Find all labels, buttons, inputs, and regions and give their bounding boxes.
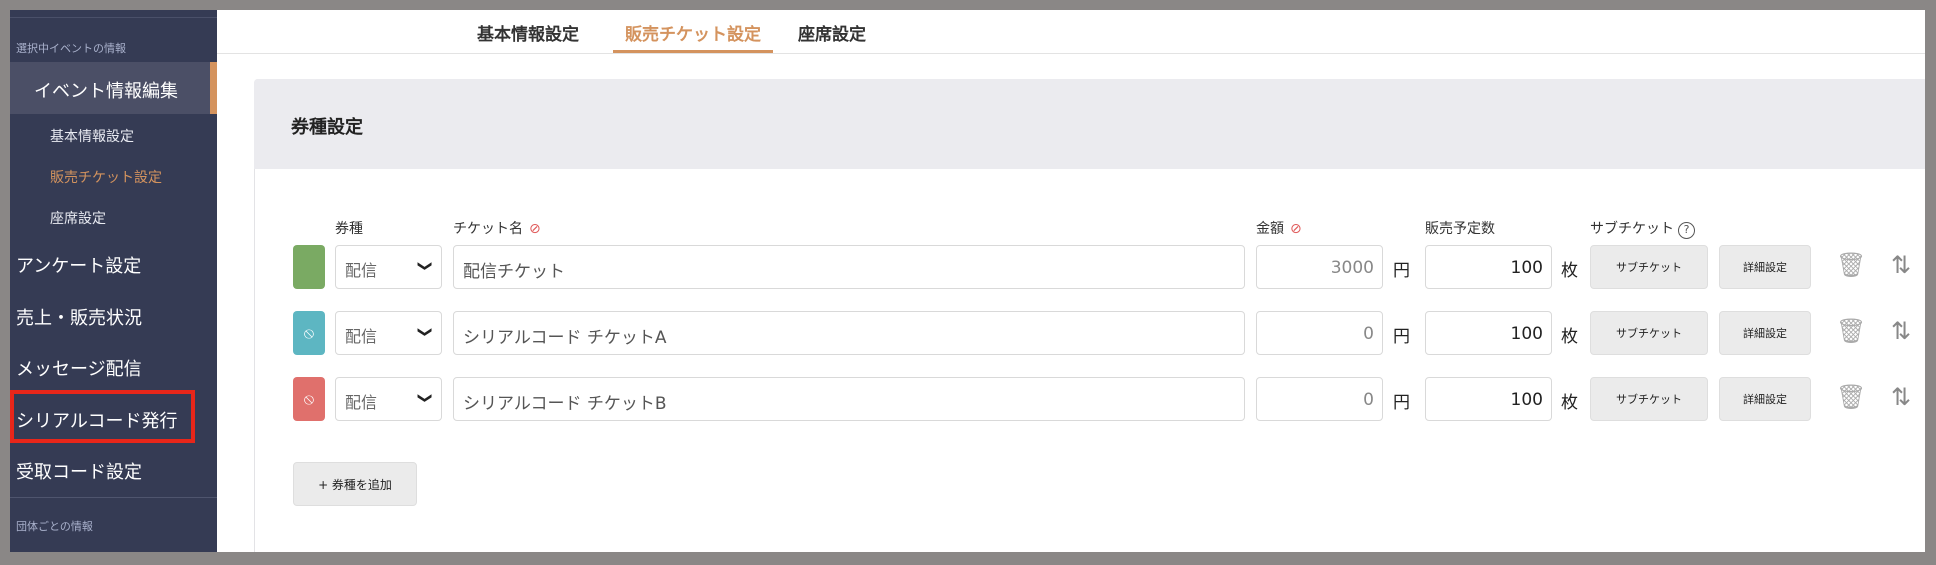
ticket-name-value: シリアルコード チケットA <box>463 328 667 348</box>
sidebar-item-event-edit[interactable]: イベント情報編集 <box>10 62 217 114</box>
quantity-input[interactable]: 100 <box>1425 377 1552 421</box>
price-value: 0 <box>1363 324 1374 344</box>
sidebar-section-group: 団体ごとの情報 <box>16 520 93 533</box>
sidebar-divider <box>10 17 217 18</box>
table-row: ⦸ 配信 ❯ シリアルコード チケットA 0 円 100 枚 サブチケット 詳細設… <box>10 311 1925 357</box>
ticket-name-value: 配信チケット <box>463 262 565 282</box>
type-value: 配信 <box>345 393 378 412</box>
quantity-value: 100 <box>1510 390 1543 410</box>
price-input[interactable]: 0 <box>1256 311 1383 355</box>
type-select[interactable]: 配信 ❯ <box>335 311 442 355</box>
header-subticket: サブチケット? <box>1590 218 1695 239</box>
table-row: 配信 ❯ 配信チケット 3000 円 100 枚 サブチケット 詳細設定 🗑 ⇅ <box>10 245 1925 291</box>
tab-bar: 基本情報設定 販売チケット設定 座席設定 <box>217 10 1925 54</box>
table-row: ⦸ 配信 ❯ シリアルコード チケットB 0 円 100 枚 サブチケット 詳細設… <box>10 377 1925 423</box>
subticket-button[interactable]: サブチケット <box>1590 245 1708 289</box>
type-value: 配信 <box>345 327 378 346</box>
card-header: 券種設定 <box>254 79 1925 169</box>
trash-icon[interactable]: 🗑 <box>1836 251 1866 279</box>
header-quantity: 販売予定数 <box>1425 221 1495 237</box>
help-icon[interactable]: ? <box>1678 222 1695 239</box>
sidebar-item-label: イベント情報編集 <box>34 81 178 102</box>
subticket-button[interactable]: サブチケット <box>1590 377 1708 421</box>
subticket-button[interactable]: サブチケット <box>1590 311 1708 355</box>
detail-settings-button[interactable]: 詳細設定 <box>1719 311 1811 355</box>
pin-off-icon[interactable]: ⊘ <box>529 221 541 237</box>
trash-icon[interactable]: 🗑 <box>1836 383 1866 411</box>
yen-unit: 円 <box>1393 327 1410 347</box>
quantity-input[interactable]: 100 <box>1425 311 1552 355</box>
header-name-label: チケット名 <box>453 221 523 237</box>
price-value: 0 <box>1363 390 1374 410</box>
type-select[interactable]: 配信 ❯ <box>335 245 442 289</box>
sidebar-section-event: 選択中イベントの情報 <box>16 42 126 55</box>
header-price-label: 金額 <box>1256 221 1284 237</box>
sidebar-sub-seat[interactable]: 座席設定 <box>50 208 106 228</box>
color-swatch[interactable] <box>293 245 325 289</box>
header-subticket-label: サブチケット <box>1590 221 1674 237</box>
ticket-name-input[interactable]: シリアルコード チケットA <box>453 311 1245 355</box>
yen-unit: 円 <box>1393 393 1410 413</box>
price-input[interactable]: 3000 <box>1256 245 1383 289</box>
sort-icon[interactable]: ⇅ <box>1891 251 1911 279</box>
price-input[interactable]: 0 <box>1256 377 1383 421</box>
chevron-down-icon: ❯ <box>417 326 434 338</box>
mai-unit: 枚 <box>1561 393 1578 413</box>
price-value: 3000 <box>1330 258 1374 278</box>
quantity-value: 100 <box>1510 324 1543 344</box>
type-select[interactable]: 配信 ❯ <box>335 377 442 421</box>
chevron-down-icon: ❯ <box>417 260 434 272</box>
eye-slash-icon[interactable]: ⦸ <box>293 377 325 421</box>
mai-unit: 枚 <box>1561 327 1578 347</box>
tab-ticket[interactable]: 販売チケット設定 <box>613 20 773 53</box>
eye-slash-icon[interactable]: ⦸ <box>293 311 325 355</box>
ticket-name-input[interactable]: 配信チケット <box>453 245 1245 289</box>
tab-seat[interactable]: 座席設定 <box>798 20 866 53</box>
header-type: 券種 <box>335 221 363 237</box>
mai-unit: 枚 <box>1561 261 1578 281</box>
sort-icon[interactable]: ⇅ <box>1891 317 1911 345</box>
type-value: 配信 <box>345 261 378 280</box>
app-window: 選択中イベントの情報 イベント情報編集 基本情報設定 販売チケット設定 座席設定… <box>10 10 1925 552</box>
active-indicator <box>210 62 217 114</box>
card-title: 券種設定 <box>291 117 363 138</box>
pin-off-icon[interactable]: ⊘ <box>1290 221 1302 237</box>
yen-unit: 円 <box>1393 261 1410 281</box>
trash-icon[interactable]: 🗑 <box>1836 317 1866 345</box>
ticket-name-input[interactable]: シリアルコード チケットB <box>453 377 1245 421</box>
quantity-value: 100 <box>1510 258 1543 278</box>
sort-icon[interactable]: ⇅ <box>1891 383 1911 411</box>
tab-basic[interactable]: 基本情報設定 <box>477 20 579 53</box>
sidebar-divider <box>10 497 217 498</box>
detail-settings-button[interactable]: 詳細設定 <box>1719 245 1811 289</box>
sidebar-sub-ticket[interactable]: 販売チケット設定 <box>50 167 162 187</box>
header-name: チケット名 ⊘ <box>453 218 541 238</box>
header-price: 金額 ⊘ <box>1256 218 1302 238</box>
add-ticket-type-button[interactable]: + 券種を追加 <box>293 462 417 506</box>
detail-settings-button[interactable]: 詳細設定 <box>1719 377 1811 421</box>
sidebar-sub-basic[interactable]: 基本情報設定 <box>50 126 134 146</box>
quantity-input[interactable]: 100 <box>1425 245 1552 289</box>
sidebar-item-receive-code[interactable]: 受取コード設定 <box>16 458 142 484</box>
ticket-name-value: シリアルコード チケットB <box>463 394 667 414</box>
chevron-down-icon: ❯ <box>417 392 434 404</box>
